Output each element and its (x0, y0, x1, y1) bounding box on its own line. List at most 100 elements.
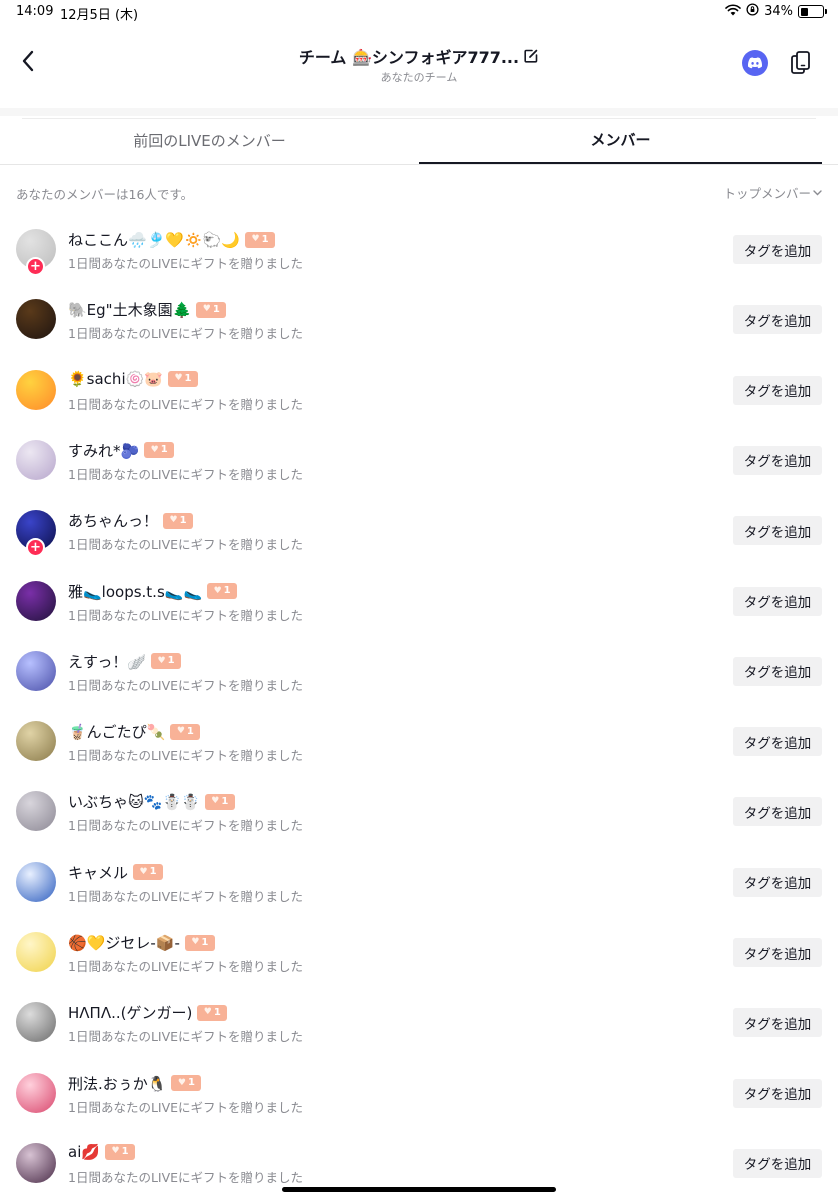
avatar[interactable] (16, 1072, 56, 1113)
header: チーム 🎰シンフォギア777... あなたのチーム (0, 26, 838, 119)
member-row[interactable]: えすっ！🪽 ♥ 1 1日間あなたのLIVEにギフトを贈りました タグを追加 (0, 635, 838, 705)
fan-level-badge: ♥ 1 (197, 1004, 228, 1021)
heart-icon: ♥ (111, 1146, 120, 1157)
fan-level-number: 1 (201, 936, 209, 948)
member-name-line: 🌻sachi🍥🐷 ♥ 1 (68, 370, 198, 388)
add-tag-button[interactable]: タグを追加 (733, 938, 822, 967)
heart-icon: ♥ (139, 866, 148, 877)
fan-level-badge: ♥ 1 (105, 1143, 136, 1160)
heart-icon: ♥ (191, 937, 200, 947)
member-row[interactable]: 🌻sachi🍥🐷 ♥ 1 1日間あなたのLIVEにギフトを贈りました タグを追加 (0, 354, 838, 424)
member-name-line: 雅🥿loops.t.s🥿🥿 ♥ 1 (68, 581, 238, 602)
fan-level-badge: ♥ 1 (204, 793, 235, 810)
member-row[interactable]: すみれ*🫐 ♥ 1 1日間あなたのLIVEにギフトを贈りました タグを追加 (0, 424, 838, 494)
heart-icon: ♥ (150, 444, 159, 455)
fan-level-badge: ♥ 1 (167, 370, 198, 387)
avatar[interactable] (16, 650, 56, 691)
member-name-line: HΛΠΛ..(ゲンガー) ♥ 1 (68, 1002, 228, 1023)
battery-percent: 34% (764, 4, 793, 19)
discord-icon (747, 57, 763, 69)
back-button[interactable] (14, 46, 42, 76)
heart-icon: ♥ (177, 1077, 186, 1088)
add-tag-button[interactable]: タグを追加 (733, 516, 822, 546)
gift-status-text: 1日間あなたのLIVEにギフトを贈りました (68, 326, 304, 342)
avatar[interactable] (16, 580, 56, 621)
avatar[interactable] (16, 1142, 56, 1183)
heart-icon: ♥ (213, 585, 222, 596)
member-name-line: キャメル ♥ 1 (68, 862, 164, 883)
heart-icon: ♥ (169, 515, 178, 526)
avatar[interactable] (16, 791, 56, 832)
add-tag-button[interactable]: タグを追加 (733, 1078, 822, 1108)
add-tag-button[interactable]: タグを追加 (733, 586, 822, 616)
avatar[interactable] (16, 439, 56, 480)
member-name: 🧋んごたぴ🍡 (68, 723, 166, 742)
add-tag-button[interactable]: タグを追加 (733, 656, 822, 686)
edit-icon[interactable] (523, 48, 539, 64)
member-row[interactable]: 🧋んごたぴ🍡 ♥ 1 1日間あなたのLIVEにギフトを贈りました タグを追加 (0, 705, 838, 775)
fan-level-badge: ♥ 1 (207, 583, 238, 599)
copy-button[interactable] (788, 48, 814, 78)
avatar[interactable] (16, 369, 56, 410)
add-tag-button[interactable]: タグを追加 (733, 1008, 822, 1038)
add-tag-button[interactable]: タグを追加 (733, 235, 822, 264)
add-tag-button[interactable]: タグを追加 (733, 1148, 822, 1178)
gift-status-text: 1日間あなたのLIVEにギフトを贈りました (68, 537, 304, 553)
avatar[interactable] (16, 299, 56, 340)
member-row[interactable]: いぶちゃ🐱🐾☃️☃️ ♥ 1 1日間あなたのLIVEにギフトを贈りました タグを追加 (0, 775, 838, 845)
member-row[interactable]: + ねここん🌧️🎐💛🔅🐑🌙 ♥ 1 1日間あなたのLIVEにギフトを贈りました タグを追加 (0, 213, 838, 283)
gift-status-text: 1日間あなたのLIVEにギフトを贈りました (68, 1099, 304, 1115)
gift-status-text: 1日間あなたのLIVEにギフトを贈りました (68, 607, 304, 623)
member-row[interactable]: 刑法.おぅか🐧 ♥ 1 1日間あなたのLIVEにギフトを贈りました タグを追加 (0, 1057, 838, 1127)
chevron-left-icon (22, 50, 34, 72)
gift-status-text: 1日間あなたのLIVEにギフトを贈りました (68, 396, 304, 412)
avatar[interactable] (16, 932, 56, 972)
gift-status-text: 1日間あなたのLIVEにギフトを贈りました (68, 256, 304, 271)
fan-level-number: 1 (179, 514, 187, 526)
battery-icon (798, 5, 827, 18)
member-row[interactable]: キャメル ♥ 1 1日間あなたのLIVEにギフトを贈りました タグを追加 (0, 846, 838, 916)
member-row[interactable]: + あちゃんっ！ ♥ 1 1日間あなたのLIVEにギフトを贈りました タグを追加 (0, 494, 838, 564)
member-name-line: ai💋 ♥ 1 (68, 1143, 136, 1161)
discord-button[interactable] (742, 50, 768, 76)
fan-level-badge: ♥ 1 (245, 231, 276, 248)
avatar[interactable] (16, 1002, 56, 1043)
avatar[interactable] (16, 721, 56, 762)
heart-icon: ♥ (202, 304, 211, 315)
member-name-line: あちゃんっ！ ♥ 1 (68, 510, 194, 531)
fan-level-number: 1 (213, 1006, 221, 1018)
gift-status-text: 1日間あなたのLIVEにギフトを贈りました (68, 1169, 304, 1185)
member-row[interactable]: 🐘Eg"土木象園🌲 ♥ 1 1日間あなたのLIVEにギフトを贈りました タグを追加 (0, 283, 838, 353)
fan-level-number: 1 (212, 303, 220, 315)
tab-previous-live-members[interactable]: 前回のLIVEのメンバー (0, 116, 419, 164)
gift-status-text: 1日間あなたのLIVEにギフトを贈りました (68, 748, 304, 764)
add-tag-button[interactable]: タグを追加 (733, 867, 822, 897)
add-tag-button[interactable]: タグを追加 (733, 727, 822, 757)
add-tag-button[interactable]: タグを追加 (733, 445, 822, 475)
sort-dropdown[interactable]: トップメンバー (723, 183, 822, 202)
heart-icon: ♥ (203, 1007, 212, 1018)
gift-status-text: 1日間あなたのLIVEにギフトを贈りました (68, 466, 304, 482)
heart-icon: ♥ (157, 655, 166, 666)
section-gap (0, 108, 838, 116)
fan-level-number: 1 (121, 1145, 129, 1157)
add-tag-button[interactable]: タグを追加 (733, 375, 822, 405)
fan-level-badge: ♥ 1 (170, 723, 201, 740)
avatar[interactable] (16, 861, 56, 902)
tab-members[interactable]: メンバー (419, 116, 822, 164)
member-name-line: 🧋んごたぴ🍡 ♥ 1 (68, 721, 201, 742)
member-name-line: 🏀💛ジセレ-📦- ♥ 1 (68, 932, 215, 953)
home-indicator (282, 1187, 556, 1192)
add-tag-button[interactable]: タグを追加 (733, 305, 822, 335)
follow-plus-icon[interactable]: + (26, 538, 45, 558)
member-name-line: えすっ！🪽 ♥ 1 (68, 651, 182, 672)
member-name-line: すみれ*🫐 ♥ 1 (68, 440, 175, 461)
add-tag-button[interactable]: タグを追加 (733, 797, 822, 827)
follow-plus-icon[interactable]: + (26, 257, 45, 276)
member-row[interactable]: 雅🥿loops.t.s🥿🥿 ♥ 1 1日間あなたのLIVEにギフトを贈りました タグを追… (0, 565, 838, 635)
fan-level-number: 1 (149, 866, 157, 878)
member-name: 🏀💛ジセレ-📦- (68, 934, 180, 952)
member-row[interactable]: 🏀💛ジセレ-📦- ♥ 1 1日間あなたのLIVEにギフトを贈りました タグを追加 (0, 916, 838, 986)
member-name: えすっ！🪽 (68, 652, 147, 671)
member-row[interactable]: HΛΠΛ..(ゲンガー) ♥ 1 1日間あなたのLIVEにギフトを贈りました タグを追加 (0, 986, 838, 1056)
